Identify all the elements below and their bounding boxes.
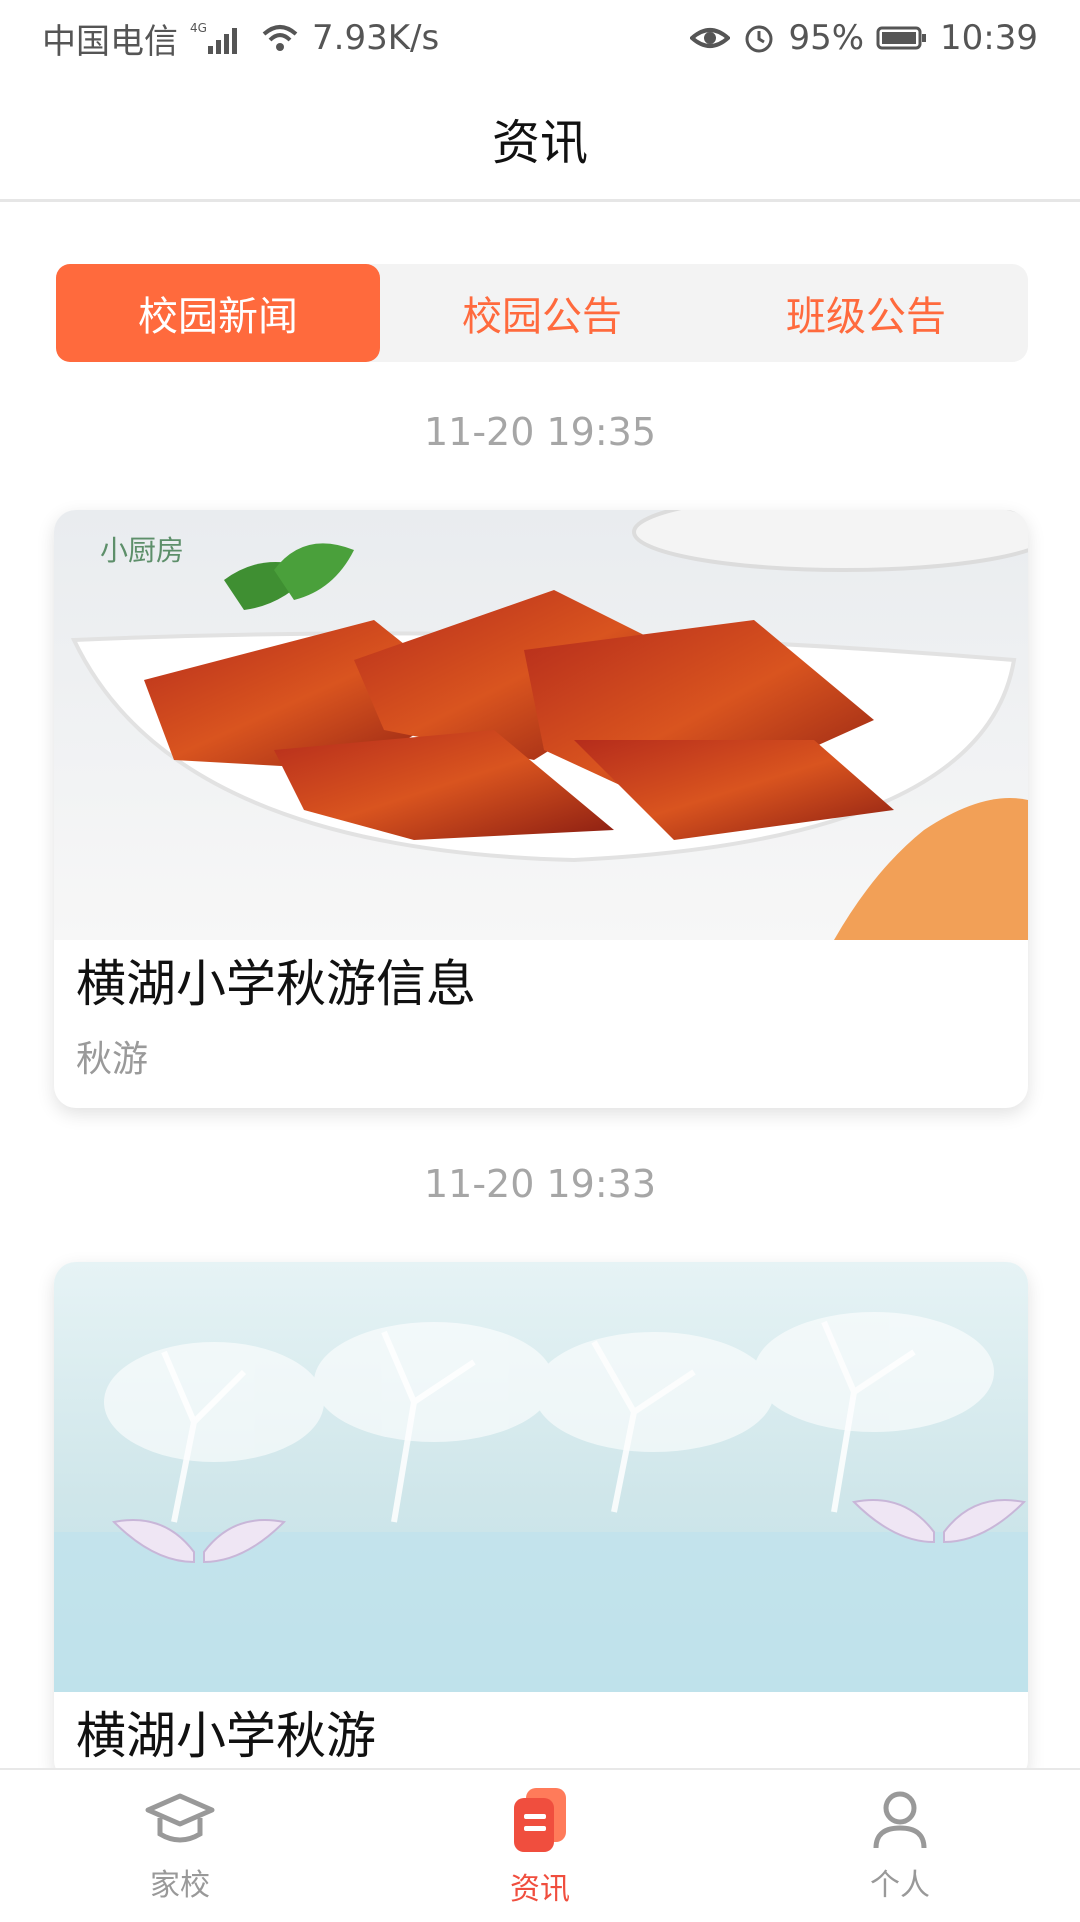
network-speed: 7.93K/s: [312, 18, 440, 58]
tab-campus-news[interactable]: 校园新闻: [56, 264, 380, 362]
status-bar: 中国电信 4G 7.93K/s 95% 10:39: [0, 0, 1080, 76]
nav-label: 个人: [870, 1868, 930, 1903]
nav-item-home-school[interactable]: 家校: [70, 1788, 290, 1904]
post-timestamp: 11-20 19:33: [423, 1162, 656, 1206]
news-tabs: 校园新闻 校园公告 班级公告: [56, 264, 1028, 362]
image-watermark: 小厨房: [100, 534, 184, 567]
tab-label: 班级公告: [786, 294, 946, 340]
app-header: 资讯: [0, 76, 1080, 202]
tab-label: 校园新闻: [138, 294, 298, 340]
bottom-nav: 家校 资讯 个人: [0, 1768, 1080, 1922]
tab-class-notices[interactable]: 班级公告: [704, 264, 1028, 362]
nav-label: 家校: [150, 1868, 210, 1903]
person-icon: [868, 1788, 932, 1856]
news-title: 横湖小学秋游信息: [76, 955, 476, 1013]
nav-item-profile[interactable]: 个人: [790, 1788, 1010, 1904]
eye-icon: [690, 22, 731, 54]
news-card[interactable]: 小厨房 横湖小学秋游信息 秋游: [54, 510, 1028, 1108]
news-icon: [508, 1784, 572, 1860]
news-subtitle: 秋游: [76, 1039, 149, 1080]
news-title: 横湖小学秋游: [76, 1707, 376, 1765]
page-title: 资讯: [491, 114, 588, 171]
clock-time: 10:39: [940, 18, 1038, 58]
news-image-braised-pork: 小厨房: [54, 510, 1028, 940]
tab-campus-notices[interactable]: 校园公告: [380, 264, 704, 362]
news-card[interactable]: 横湖小学秋游: [54, 1262, 1028, 1782]
alarm-icon: [742, 21, 776, 55]
battery-icon: [876, 24, 928, 52]
graduation-cap-icon: [144, 1788, 216, 1856]
battery-percent: 95%: [788, 18, 865, 58]
network-type: 4G: [190, 21, 207, 35]
nav-label: 资讯: [510, 1872, 570, 1907]
post-timestamp: 11-20 19:35: [423, 410, 656, 454]
tab-label: 校园公告: [462, 294, 622, 340]
nav-item-news[interactable]: 资讯: [430, 1784, 650, 1908]
wifi-icon: [260, 20, 300, 56]
carrier-name: 中国电信: [42, 21, 178, 62]
signal-icon: 4G: [190, 18, 248, 58]
news-image-winter-lake: [54, 1262, 1028, 1692]
